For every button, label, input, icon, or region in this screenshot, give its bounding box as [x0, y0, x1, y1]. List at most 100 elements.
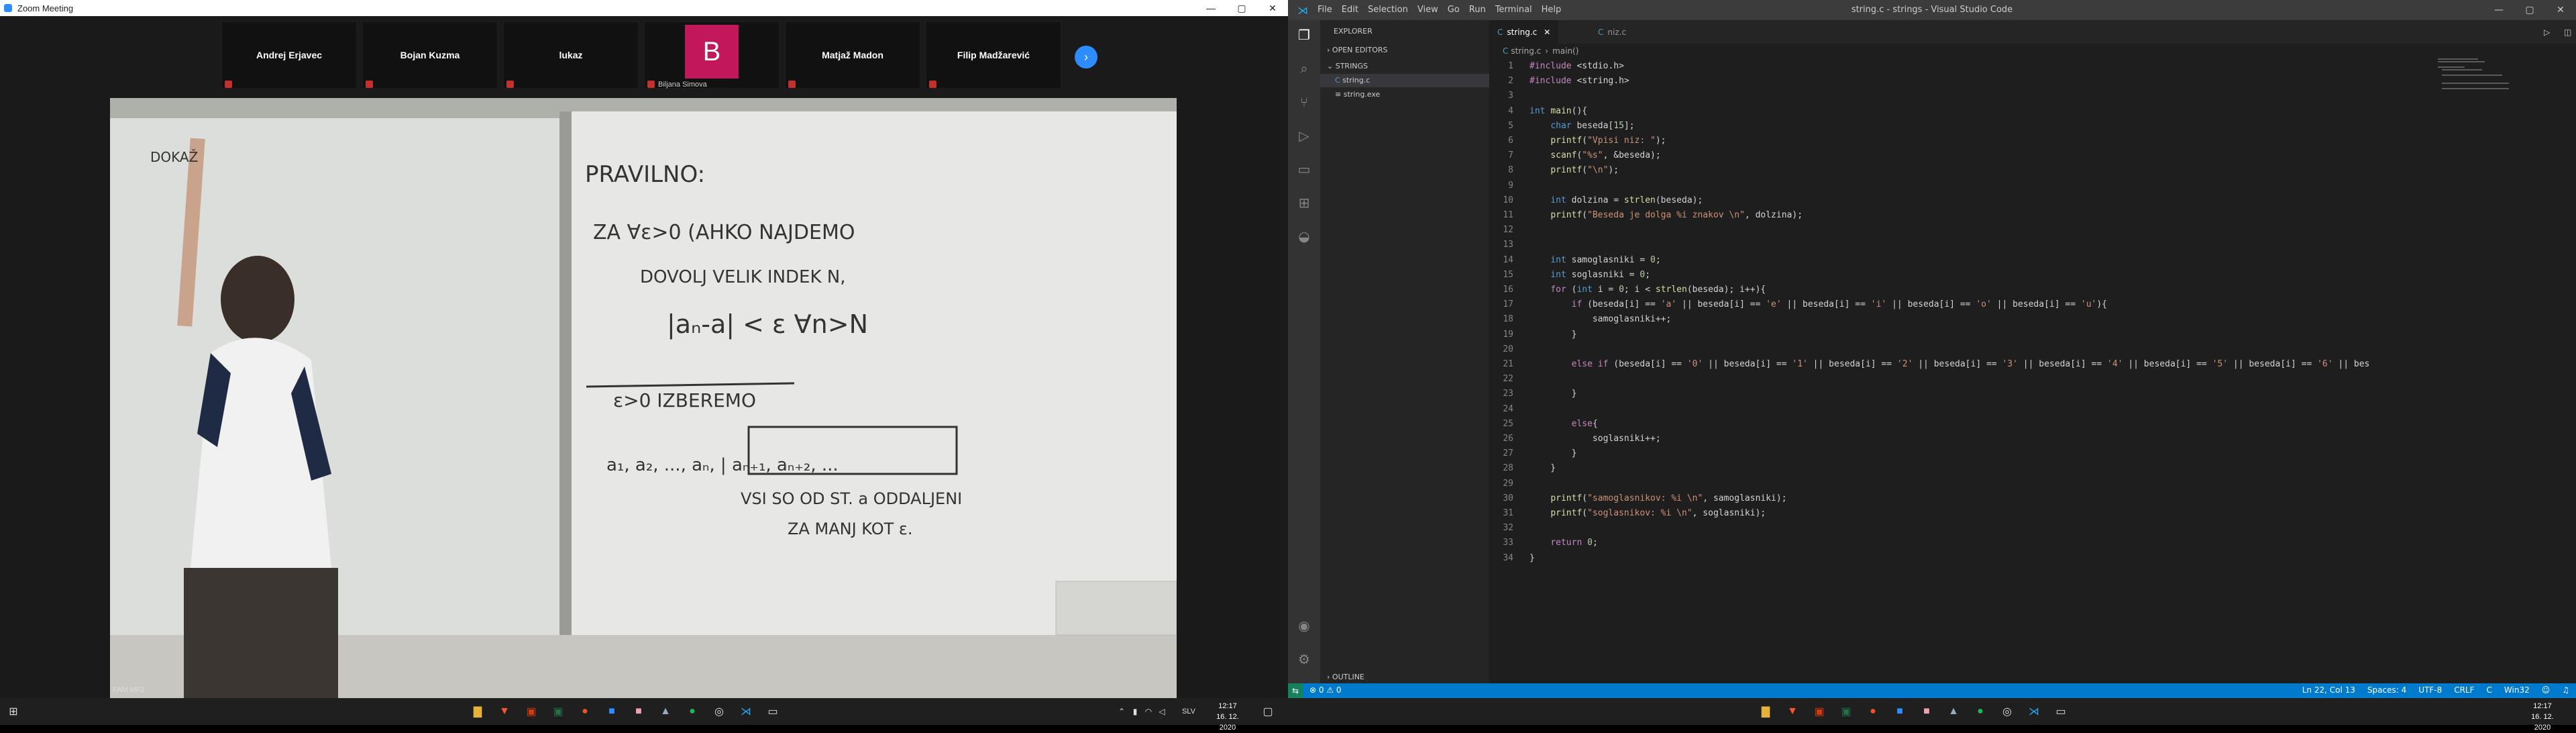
line-number: 2 — [1508, 76, 1513, 87]
file-label: string.exe — [1343, 90, 1381, 99]
vscode-icon[interactable]: ⋊ — [2026, 703, 2042, 720]
clock[interactable]: 12:17 16. 12. 2020 — [1208, 701, 1248, 733]
account-icon[interactable]: ◉ — [1296, 618, 1312, 634]
problems-indicator[interactable]: ⊗ 0 ⚠ 0 — [1309, 685, 1342, 695]
feedback-icon[interactable]: ☺ — [2542, 685, 2551, 695]
close-icon[interactable]: ✕ — [1544, 28, 1550, 37]
powerpoint-icon[interactable]: ▣ — [1811, 703, 1827, 720]
language-indicator[interactable]: SLV — [1181, 703, 1197, 720]
excel-icon[interactable]: ▣ — [1838, 703, 1854, 720]
next-participants-button[interactable]: › — [1075, 46, 1097, 68]
close-icon[interactable]: ✕ — [1257, 0, 1288, 16]
terminal-icon[interactable]: ▭ — [765, 703, 781, 720]
powerpoint-icon[interactable]: ▣ — [523, 703, 539, 720]
tab-string-c[interactable]: Cstring.c ✕ — [1489, 20, 1559, 44]
source-control-icon[interactable]: ⑂ — [1296, 94, 1312, 110]
outline-section[interactable]: › OUTLINE — [1327, 673, 1364, 681]
muted-mic-icon — [225, 81, 232, 88]
outline-label: OUTLINE — [1332, 673, 1364, 681]
board-text: DOVOLJ VELIK INDEK N, — [640, 267, 846, 287]
code-line: for (int i = 0; i < strlen(beseda); i++)… — [1550, 285, 1766, 295]
brave-icon[interactable]: ▼ — [1784, 703, 1801, 720]
extensions-icon[interactable]: ⊞ — [1296, 195, 1312, 211]
whiteboard-right — [566, 111, 1177, 648]
platform[interactable]: Win32 — [2504, 685, 2530, 695]
line-number: 28 — [1503, 463, 1513, 474]
app-icon[interactable]: ■ — [1919, 703, 1935, 720]
board-text: ZA MANJ KOT ε. — [788, 520, 912, 538]
search-icon[interactable]: ⌕ — [1296, 60, 1312, 77]
scrollbar[interactable] — [2563, 58, 2569, 683]
vscode-icon[interactable]: ⋊ — [738, 703, 754, 720]
file-explorer-icon[interactable]: ▇ — [1758, 703, 1774, 720]
file-item[interactable]: C string.c — [1320, 74, 1489, 87]
line-number: 31 — [1503, 508, 1513, 518]
code-editor[interactable]: 1 #include <stdio.h> 2 #include <string.h> 3… — [1489, 58, 2428, 683]
windows-start-icon[interactable]: ⊞ — [5, 703, 21, 720]
line-number: 17 — [1503, 299, 1513, 310]
line-number: 34 — [1503, 552, 1513, 563]
indentation[interactable]: Spaces: 4 — [2367, 685, 2406, 695]
excel-icon[interactable]: ▣ — [550, 703, 566, 720]
muted-mic-icon — [506, 81, 514, 88]
remote-explorer-icon[interactable]: ▭ — [1296, 161, 1312, 177]
minimize-icon[interactable]: — — [2483, 0, 2514, 20]
app-icon[interactable]: ● — [577, 703, 593, 720]
spotify-icon[interactable]: ● — [1972, 703, 1988, 720]
volume-icon[interactable]: ◁ — [1154, 703, 1170, 720]
code-line: return 0; — [1550, 538, 1598, 548]
close-icon[interactable]: ✕ — [2545, 0, 2576, 20]
participant-tile[interactable]: Matjaž Madon — [785, 21, 920, 89]
window-title: string.c - strings - Visual Studio Code — [1851, 5, 2013, 15]
app-icon[interactable]: ◎ — [711, 703, 727, 720]
app-icon[interactable]: ▲ — [1945, 703, 1962, 720]
run-debug-icon[interactable]: ▷ — [1296, 128, 1312, 144]
gear-icon[interactable]: ⚙ — [1296, 651, 1312, 667]
encoding[interactable]: UTF-8 — [2418, 685, 2442, 695]
app-icon[interactable]: ■ — [631, 703, 647, 720]
maximize-icon[interactable]: ▢ — [1226, 0, 1257, 16]
spotify-icon[interactable]: ● — [684, 703, 700, 720]
participant-tile[interactable]: Bojan Kuzma — [362, 21, 498, 89]
zoom-icon[interactable]: ■ — [604, 703, 620, 720]
clock[interactable]: 12:17 16. 12. 2020 — [2522, 701, 2563, 733]
breadcrumb-symbol[interactable]: main() — [1552, 46, 1578, 56]
brave-icon[interactable]: ▼ — [496, 703, 513, 720]
breadcrumb-file[interactable]: string.c — [1511, 46, 1541, 56]
run-icon[interactable]: ▷ — [2536, 20, 2558, 44]
file-explorer-icon[interactable]: ▇ — [470, 703, 486, 720]
participant-tile[interactable]: Andrej Erjavec — [221, 21, 357, 89]
app-icon[interactable]: ◎ — [1999, 703, 2015, 720]
line-number: 18 — [1503, 314, 1513, 325]
code-line: else{ — [1571, 418, 1598, 429]
language-mode[interactable]: C — [2487, 685, 2492, 695]
explorer-sidebar: EXPLORER › OPEN EDITORS ⌄ STRINGS C stri… — [1320, 20, 1489, 683]
speaker-video: DOKAŽ PRAVILNO: ZA ∀ε>0 (AHKO NAJDEMO DO… — [110, 98, 1177, 698]
participant-tile[interactable]: lukaz — [503, 21, 639, 89]
participant-tile[interactable]: Filip Madžarević — [926, 21, 1061, 89]
minimap[interactable] — [2428, 58, 2509, 683]
open-editors-section[interactable]: › OPEN EDITORS — [1327, 46, 1388, 54]
notification-icon[interactable]: ▢ — [1260, 703, 1276, 720]
open-editors-label: OPEN EDITORS — [1332, 46, 1388, 54]
tab-niz-c[interactable]: Cniz.c — [1590, 20, 1634, 44]
minimize-icon[interactable]: — — [1195, 0, 1226, 16]
explorer-icon[interactable]: ❐ — [1296, 27, 1312, 43]
zoom-icon[interactable]: ■ — [1892, 703, 1908, 720]
maximize-icon[interactable]: ▢ — [2514, 0, 2545, 20]
clock-time: 12:17 — [2533, 702, 2552, 710]
line-number: 27 — [1503, 448, 1513, 459]
docker-icon[interactable]: ◒ — [1296, 228, 1312, 244]
cursor-position[interactable]: Ln 22, Col 13 — [2302, 685, 2355, 695]
split-editor-icon[interactable]: ◫ — [2556, 20, 2576, 44]
file-label: string.c — [1342, 76, 1371, 85]
bell-icon[interactable]: ♫ — [2562, 685, 2569, 695]
file-item[interactable]: ≡ string.exe — [1335, 90, 1380, 99]
participant-tile[interactable]: B Biljana Simova — [644, 21, 780, 89]
folder-strings[interactable]: ⌄ STRINGS — [1327, 62, 1368, 70]
terminal-icon[interactable]: ▭ — [2053, 703, 2069, 720]
app-icon[interactable]: ● — [1865, 703, 1881, 720]
app-icon[interactable]: ▲ — [657, 703, 674, 720]
eol[interactable]: CRLF — [2454, 685, 2474, 695]
remote-icon[interactable]: ⇆ — [1288, 683, 1303, 698]
